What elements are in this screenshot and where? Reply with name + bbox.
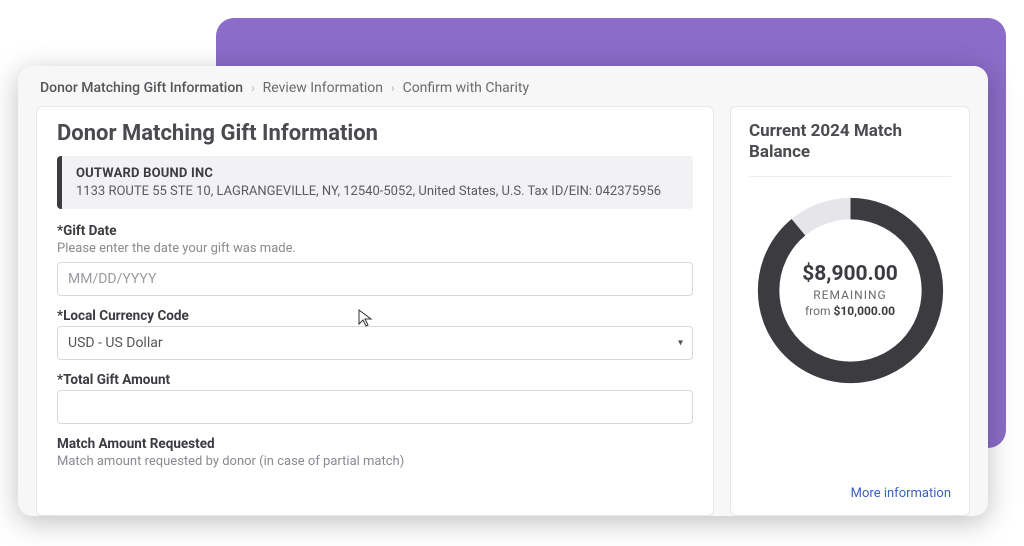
main-panel: Donor Matching Gift Information OUTWARD … (36, 106, 714, 516)
content-area: Donor Matching Gift Information OUTWARD … (18, 106, 988, 516)
charity-info-block: OUTWARD BOUND INC 1133 ROUTE 55 STE 10, … (57, 156, 693, 209)
remaining-label: REMAINING (813, 288, 886, 302)
total-amount-label: *Total Gift Amount (57, 372, 693, 388)
field-currency: *Local Currency Code USD - US Dollar ▾ (57, 308, 693, 360)
app-window: Donor Matching Gift Information › Review… (18, 66, 988, 516)
remaining-amount: $8,900.00 (802, 262, 898, 286)
balance-donut: $8,900.00 REMAINING from $10,000.00 (749, 193, 951, 388)
field-total-amount: *Total Gift Amount (57, 372, 693, 424)
currency-select[interactable]: USD - US Dollar (57, 326, 693, 360)
currency-label: *Local Currency Code (57, 308, 693, 324)
charity-address: 1133 ROUTE 55 STE 10, LAGRANGEVILLE, NY,… (76, 184, 679, 199)
breadcrumb-step-1[interactable]: Donor Matching Gift Information (40, 80, 243, 96)
balance-title: Current 2024 Match Balance (749, 121, 951, 164)
field-gift-date: *Gift Date Please enter the date your gi… (57, 223, 693, 296)
chevron-right-icon: › (251, 81, 255, 95)
gift-date-input[interactable] (57, 262, 693, 296)
gift-date-help: Please enter the date your gift was made… (57, 241, 693, 256)
remaining-from: from $10,000.00 (805, 304, 895, 318)
match-requested-label: Match Amount Requested (57, 436, 693, 452)
breadcrumb-step-2[interactable]: Review Information (263, 80, 383, 96)
donut-center: $8,900.00 REMAINING from $10,000.00 (753, 193, 948, 388)
more-information-link[interactable]: More information (749, 478, 951, 501)
side-panel: Current 2024 Match Balance $8,900.00 REM… (730, 106, 970, 516)
page-title: Donor Matching Gift Information (57, 121, 693, 146)
chevron-right-icon: › (391, 81, 395, 95)
breadcrumb-step-3[interactable]: Confirm with Charity (403, 80, 530, 96)
field-match-requested: Match Amount Requested Match amount requ… (57, 436, 693, 469)
divider (749, 176, 951, 177)
total-amount-input[interactable] (57, 390, 693, 424)
gift-date-label: *Gift Date (57, 223, 693, 239)
match-requested-help: Match amount requested by donor (in case… (57, 454, 693, 469)
charity-name: OUTWARD BOUND INC (76, 166, 679, 181)
breadcrumb: Donor Matching Gift Information › Review… (18, 66, 988, 106)
